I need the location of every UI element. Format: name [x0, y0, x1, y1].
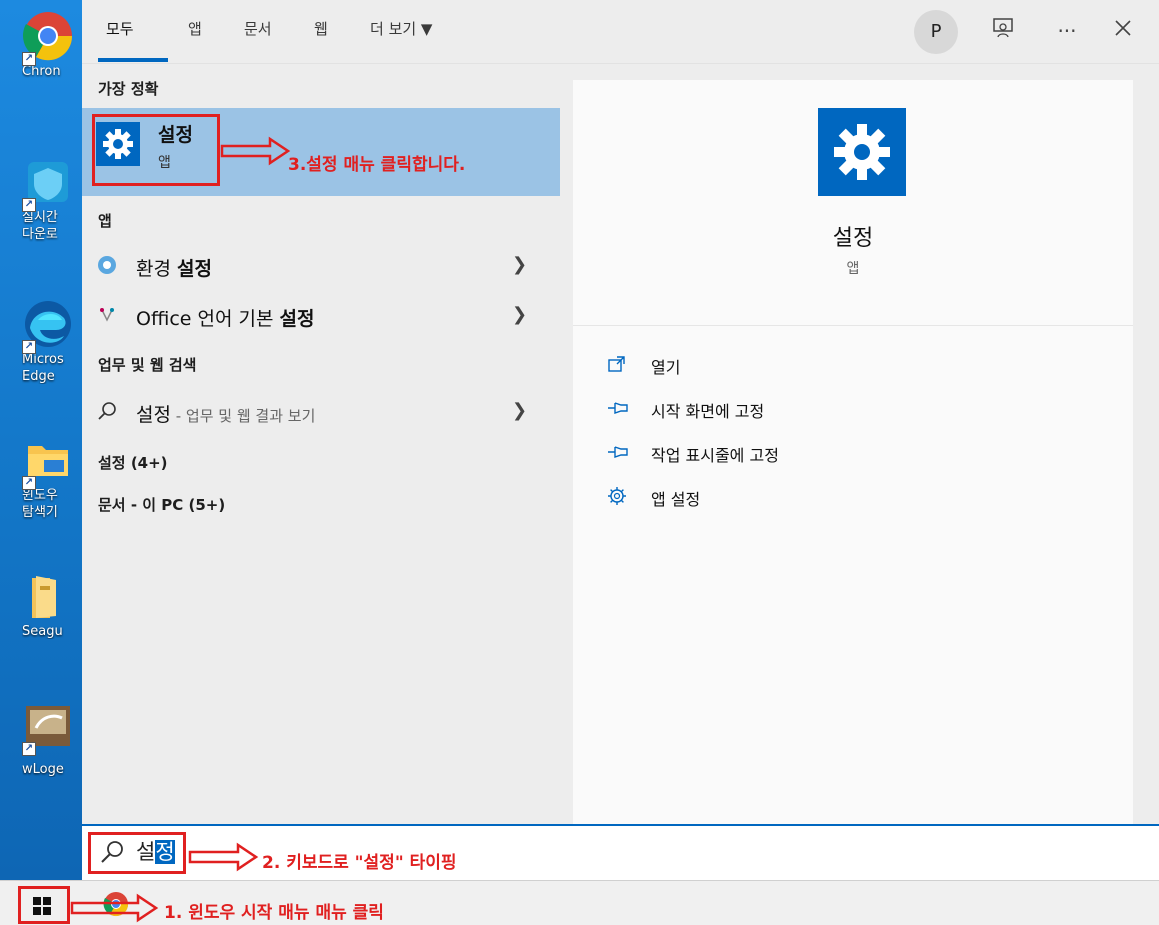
action-label: 시작 화면에 고정 [651, 402, 765, 421]
web-search-header: 업무 및 웹 검색 [98, 356, 197, 374]
desktop-icon-chrome[interactable]: ↗ Chron [22, 10, 82, 79]
chrome-icon: ↗ [22, 10, 74, 66]
action-label: 열기 [651, 358, 681, 377]
preview-subtitle: 앱 [846, 261, 860, 277]
preview-title: 설정 [832, 226, 874, 251]
search-icon [96, 400, 118, 422]
active-tab-indicator [98, 58, 168, 62]
shortcut-arrow-icon: ↗ [22, 476, 36, 490]
apps-header: 앱 [98, 212, 112, 230]
preview-header: 설정 앱 [573, 80, 1133, 326]
action-open[interactable]: 열기 [607, 352, 1007, 380]
result-label: Office 언어 기본 설정 [136, 308, 315, 330]
annotation-box-start [18, 886, 70, 924]
search-tabs: 모두 앱 문서 웹 더 보기 ▼ P ··· [82, 0, 1159, 64]
action-label: 작업 표시줄에 고정 [651, 446, 779, 465]
desktop-icon-wlogen[interactable]: ↗ wLoge [22, 700, 82, 777]
desktop-icon-label: 실시간 [22, 210, 58, 225]
tab-all[interactable]: 모두 [106, 18, 134, 39]
annotation-step1: 1. 윈도우 시작 매뉴 매뉴 클릭 [164, 903, 384, 923]
annotation-arrow-step1 [70, 893, 159, 923]
best-match-header: 가장 정확 [98, 80, 159, 98]
tab-apps[interactable]: 앱 [188, 18, 202, 39]
annotation-box-search [88, 832, 186, 874]
tab-documents[interactable]: 문서 [244, 18, 272, 39]
desktop-icon-label-line2: Edge [22, 369, 55, 384]
more-options-icon[interactable]: ··· [1052, 16, 1082, 46]
desktop-icon-label: wLoge [22, 762, 64, 777]
desktop-icon-seagate[interactable]: Seagu [22, 570, 82, 639]
settings-group-header[interactable]: 설정 (4+) [98, 452, 168, 473]
result-web-search[interactable]: 설정 - 업무 및 웹 결과 보기 ❯ [82, 392, 560, 432]
desktop-icon-explorer[interactable]: ↗ 윈도우 탐색기 [22, 434, 82, 520]
action-pin-taskbar[interactable]: 작업 표시줄에 고정 [607, 440, 1007, 468]
chevron-right-icon[interactable]: ❯ [512, 304, 527, 325]
result-label: 설정 - 업무 및 웹 결과 보기 [136, 404, 316, 426]
shield-icon: ↗ [22, 156, 74, 212]
preview-pane: 설정 앱 열기 시작 화면에 고정 작업 표시줄에 고정 앱 설정 [573, 80, 1133, 824]
annotation-arrow-step3 [220, 136, 291, 166]
gear-icon [607, 486, 629, 508]
edge-icon: ↗ [22, 298, 74, 354]
user-avatar[interactable]: P [914, 10, 958, 54]
shortcut-arrow-icon: ↗ [22, 52, 36, 66]
result-office-language-settings[interactable]: Office 언어 기본 설정 ❯ [82, 296, 560, 336]
environment-settings-icon [96, 254, 118, 276]
documents-group-header[interactable]: 문서 - 이 PC (5+) [98, 494, 225, 515]
chevron-right-icon[interactable]: ❯ [512, 400, 527, 421]
desktop-icon-label: Seagu [22, 624, 63, 639]
annotation-step3: 3.설정 매뉴 클릭합니다. [288, 155, 466, 175]
settings-gear-icon [818, 108, 906, 196]
shortcut-arrow-icon: ↗ [22, 340, 36, 354]
tab-more[interactable]: 더 보기 ▼ [370, 18, 432, 39]
desktop-icon-download[interactable]: ↗ 실시간 다운로 [22, 156, 82, 242]
desktop-icon-edge[interactable]: ↗ Micros Edge [22, 298, 82, 384]
tab-web[interactable]: 웹 [314, 18, 328, 39]
action-label: 앱 설정 [651, 490, 701, 509]
action-app-settings[interactable]: 앱 설정 [607, 484, 1007, 512]
desktop-icon-label-line2: 다운로 [22, 227, 58, 242]
folder-icon [22, 570, 74, 622]
close-icon[interactable] [1108, 16, 1138, 46]
search-flyout: 모두 앱 문서 웹 더 보기 ▼ P ··· 가장 정확 설정 앱 앱 환경 설… [82, 0, 1159, 880]
open-icon [607, 354, 629, 376]
result-label: 환경 설정 [136, 258, 212, 280]
annotation-step2: 2. 키보드로 "설정" 타이핑 [262, 853, 457, 873]
desktop-icon-label: Micros [22, 352, 64, 367]
folder-icon: ↗ [22, 434, 74, 490]
annotation-arrow-step2 [188, 842, 259, 872]
pin-icon [607, 442, 629, 464]
result-environment-settings[interactable]: 환경 설정 ❯ [82, 246, 560, 286]
chevron-right-icon[interactable]: ❯ [512, 254, 527, 275]
annotation-box-best-match [92, 114, 220, 186]
office-language-icon [96, 304, 118, 326]
desktop-icon-label: Chron [22, 64, 61, 79]
pin-icon [607, 398, 629, 420]
shortcut-arrow-icon: ↗ [22, 742, 36, 756]
action-pin-start[interactable]: 시작 화면에 고정 [607, 396, 1007, 424]
logo-app-icon: ↗ [22, 700, 74, 756]
desktop-icon-label: 윈도우 [22, 488, 58, 503]
shortcut-arrow-icon: ↗ [22, 198, 36, 212]
feedback-icon[interactable] [988, 16, 1018, 46]
desktop-icon-label-line2: 탐색기 [22, 505, 58, 520]
